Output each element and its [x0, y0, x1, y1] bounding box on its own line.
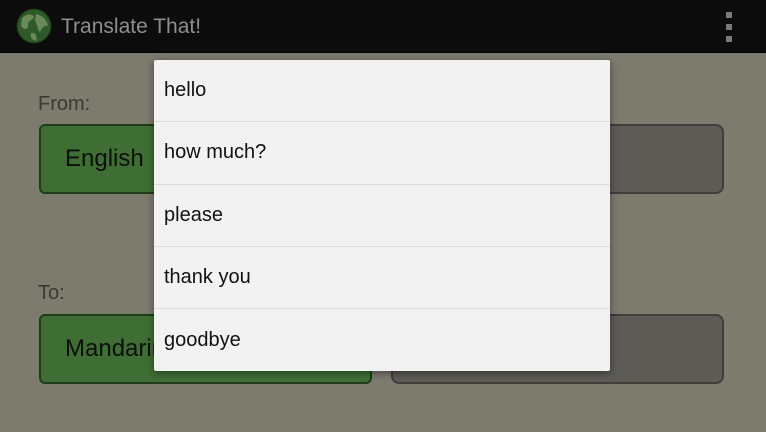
- overflow-dot: [726, 12, 732, 18]
- phrase-popup-menu: hello how much? please thank you goodbye: [154, 60, 610, 371]
- to-label: To:: [38, 282, 65, 304]
- overflow-dot: [726, 24, 732, 30]
- from-label: From:: [38, 93, 91, 115]
- phrase-item-please[interactable]: please: [154, 185, 610, 247]
- phrase-item-thank-you[interactable]: thank you: [154, 247, 610, 310]
- overflow-menu-icon[interactable]: [722, 12, 736, 42]
- overflow-dot: [726, 36, 732, 42]
- phrase-item-goodbye[interactable]: goodbye: [154, 309, 610, 371]
- app-title: Translate That!: [61, 15, 202, 38]
- action-bar: Translate That!: [0, 0, 766, 53]
- globe-icon[interactable]: [16, 8, 52, 44]
- phrase-item-hello[interactable]: hello: [154, 60, 610, 123]
- phrase-item-how-much[interactable]: how much?: [154, 122, 610, 185]
